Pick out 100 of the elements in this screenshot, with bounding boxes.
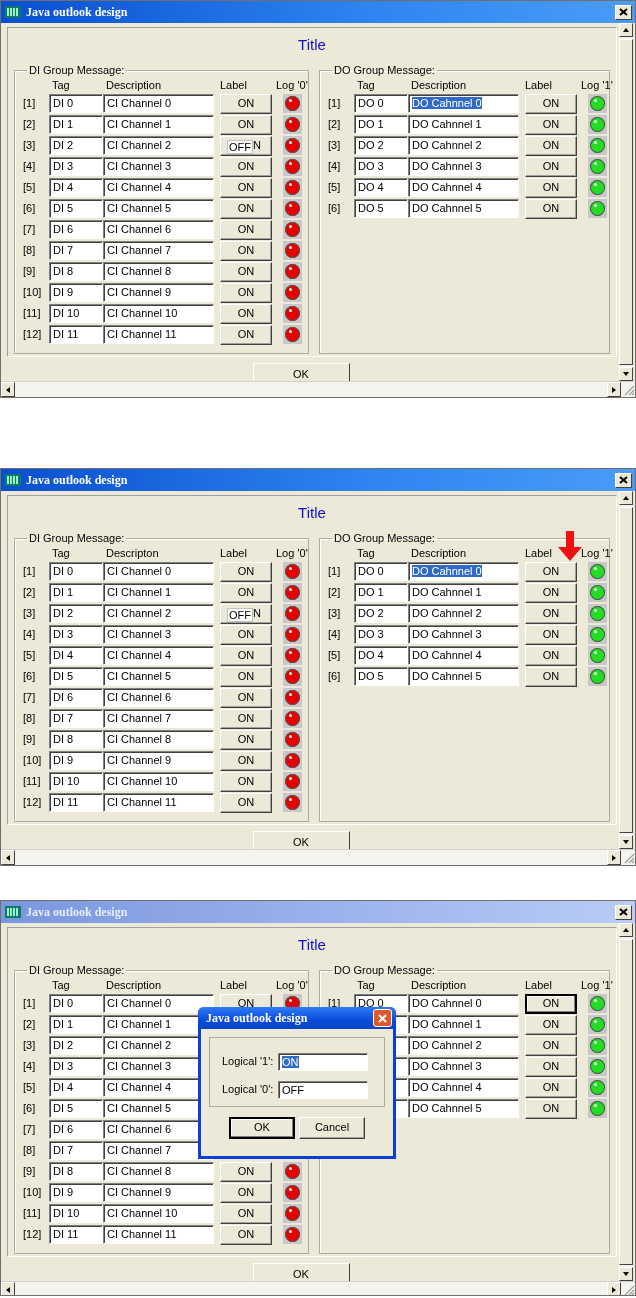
description-field[interactable]: CI Channel 5 <box>103 199 214 219</box>
scroll-left-icon[interactable] <box>4 385 12 394</box>
description-field[interactable]: CI Channel 2 <box>103 136 214 156</box>
label-button[interactable]: ON <box>220 771 272 792</box>
label-button[interactable]: ON <box>220 303 272 324</box>
label-button[interactable]: ON <box>220 324 272 345</box>
tag-field[interactable]: DI 5 <box>49 199 103 219</box>
tag-field[interactable]: DI 9 <box>49 1183 103 1203</box>
scroll-down-icon[interactable] <box>622 370 630 378</box>
edit-field[interactable]: OFF <box>227 607 253 622</box>
tag-field[interactable]: DI 1 <box>49 583 103 603</box>
description-field[interactable]: DO Cahnnel 2 <box>408 604 519 624</box>
tag-field[interactable]: DI 4 <box>49 178 103 198</box>
tag-field[interactable]: DO 1 <box>354 115 408 135</box>
tag-field[interactable]: DI 4 <box>49 1078 103 1098</box>
description-field[interactable]: CI Channel 9 <box>103 1183 214 1203</box>
label-button[interactable]: ON <box>525 1056 577 1077</box>
description-field[interactable]: CI Channel 2 <box>103 604 214 624</box>
label-button[interactable]: ON <box>525 1098 577 1119</box>
resize-grip-icon[interactable] <box>624 385 635 396</box>
tag-field[interactable]: DI 11 <box>49 793 103 813</box>
label-button[interactable]: ON <box>220 114 272 135</box>
scroll-up-icon[interactable] <box>622 26 630 34</box>
scroll-right-icon[interactable] <box>610 385 618 394</box>
description-field[interactable]: CI Channel 8 <box>103 730 214 750</box>
label-button[interactable]: ON <box>525 1014 577 1035</box>
tag-field[interactable]: DI 0 <box>49 94 103 114</box>
description-field[interactable]: DO Cahnnel 0 <box>408 562 519 582</box>
label-button[interactable]: ON <box>220 582 272 603</box>
label-button[interactable]: ON <box>220 624 272 645</box>
tag-field[interactable]: DO 4 <box>354 646 408 666</box>
close-button[interactable] <box>615 904 632 920</box>
description-field[interactable]: DO Cahnnel 4 <box>408 178 519 198</box>
description-field[interactable]: CI Channel 0 <box>103 562 214 582</box>
label-button[interactable]: ON <box>525 993 577 1014</box>
tag-field[interactable]: DI 3 <box>49 1057 103 1077</box>
label-button[interactable]: ON <box>220 666 272 687</box>
tag-field[interactable]: DI 7 <box>49 1141 103 1161</box>
label-button[interactable]: ON <box>525 177 577 198</box>
resize-grip-icon[interactable] <box>624 853 635 864</box>
description-field[interactable]: CI Channel 1 <box>103 115 214 135</box>
tag-field[interactable]: DO 4 <box>354 178 408 198</box>
label-button[interactable]: ON <box>220 1224 272 1245</box>
label-button[interactable]: ON <box>220 561 272 582</box>
label-button[interactable]: ON <box>525 582 577 603</box>
tag-field[interactable]: DI 7 <box>49 709 103 729</box>
vertical-scrollbar[interactable] <box>619 923 633 1281</box>
description-field[interactable]: DO Cahnnel 2 <box>408 136 519 156</box>
label-button[interactable]: ON <box>220 240 272 261</box>
description-field[interactable]: DO Cahnnel 1 <box>408 115 519 135</box>
tag-field[interactable]: DI 9 <box>49 283 103 303</box>
cancel-button[interactable]: Cancel <box>299 1117 365 1139</box>
description-field[interactable]: CI Channel 8 <box>103 1162 214 1182</box>
label-button[interactable]: ON <box>220 177 272 198</box>
description-field[interactable]: DO Cahnnel 4 <box>408 646 519 666</box>
vertical-scrollbar[interactable] <box>619 23 633 381</box>
label-button[interactable]: ON <box>525 666 577 687</box>
description-field[interactable]: CI Channel 6 <box>103 688 214 708</box>
ok-button[interactable]: OK <box>252 1263 350 1281</box>
tag-field[interactable]: DI 6 <box>49 1120 103 1140</box>
tag-field[interactable]: DO 1 <box>354 583 408 603</box>
label-button[interactable]: ON <box>220 687 272 708</box>
label-button[interactable]: ON <box>220 219 272 240</box>
horizontal-scrollbar[interactable] <box>1 381 635 397</box>
horizontal-scrollbar[interactable] <box>1 849 635 865</box>
edit-field[interactable]: OFF <box>227 139 253 154</box>
label-button[interactable]: ON <box>525 603 577 624</box>
description-field[interactable]: CI Channel 3 <box>103 625 214 645</box>
label-button[interactable]: ON <box>525 645 577 666</box>
input-field[interactable]: OFF <box>278 1081 368 1099</box>
label-button[interactable]: ON <box>525 624 577 645</box>
description-field[interactable]: CI Channel 4 <box>103 178 214 198</box>
tag-field[interactable]: DI 1 <box>49 1015 103 1035</box>
label-button[interactable]: ON <box>220 750 272 771</box>
tag-field[interactable]: DI 7 <box>49 241 103 261</box>
tag-field[interactable]: DI 10 <box>49 1204 103 1224</box>
close-button[interactable] <box>615 4 632 20</box>
horizontal-scrollbar[interactable] <box>1 1281 635 1295</box>
label-button[interactable]: ON <box>220 708 272 729</box>
description-field[interactable]: CI Channel 0 <box>103 994 214 1014</box>
label-button[interactable]: ON <box>220 1182 272 1203</box>
label-button[interactable]: ON <box>220 156 272 177</box>
description-field[interactable]: CI Channel 6 <box>103 220 214 240</box>
label-button[interactable]: ON <box>525 1035 577 1056</box>
description-field[interactable]: CI Channel 10 <box>103 1204 214 1224</box>
scroll-up-icon[interactable] <box>622 926 630 934</box>
tag-field[interactable]: DI 5 <box>49 667 103 687</box>
description-field[interactable]: CI Channel 3 <box>103 157 214 177</box>
description-field[interactable]: CI Channel 8 <box>103 262 214 282</box>
description-field[interactable]: DO Cahnnel 5 <box>408 667 519 687</box>
description-field[interactable]: DO Cahnnel 3 <box>408 1057 519 1077</box>
description-field[interactable]: CI Channel 11 <box>103 325 214 345</box>
description-field[interactable]: CI Channel 5 <box>103 667 214 687</box>
label-button[interactable]: ON <box>220 282 272 303</box>
description-field[interactable]: CI Channel 0 <box>103 94 214 114</box>
label-button[interactable]: ON <box>525 1077 577 1098</box>
description-field[interactable]: DO Cahnnel 3 <box>408 157 519 177</box>
tag-field[interactable]: DO 3 <box>354 625 408 645</box>
tag-field[interactable]: DI 2 <box>49 1036 103 1056</box>
label-button[interactable]: ON <box>220 729 272 750</box>
